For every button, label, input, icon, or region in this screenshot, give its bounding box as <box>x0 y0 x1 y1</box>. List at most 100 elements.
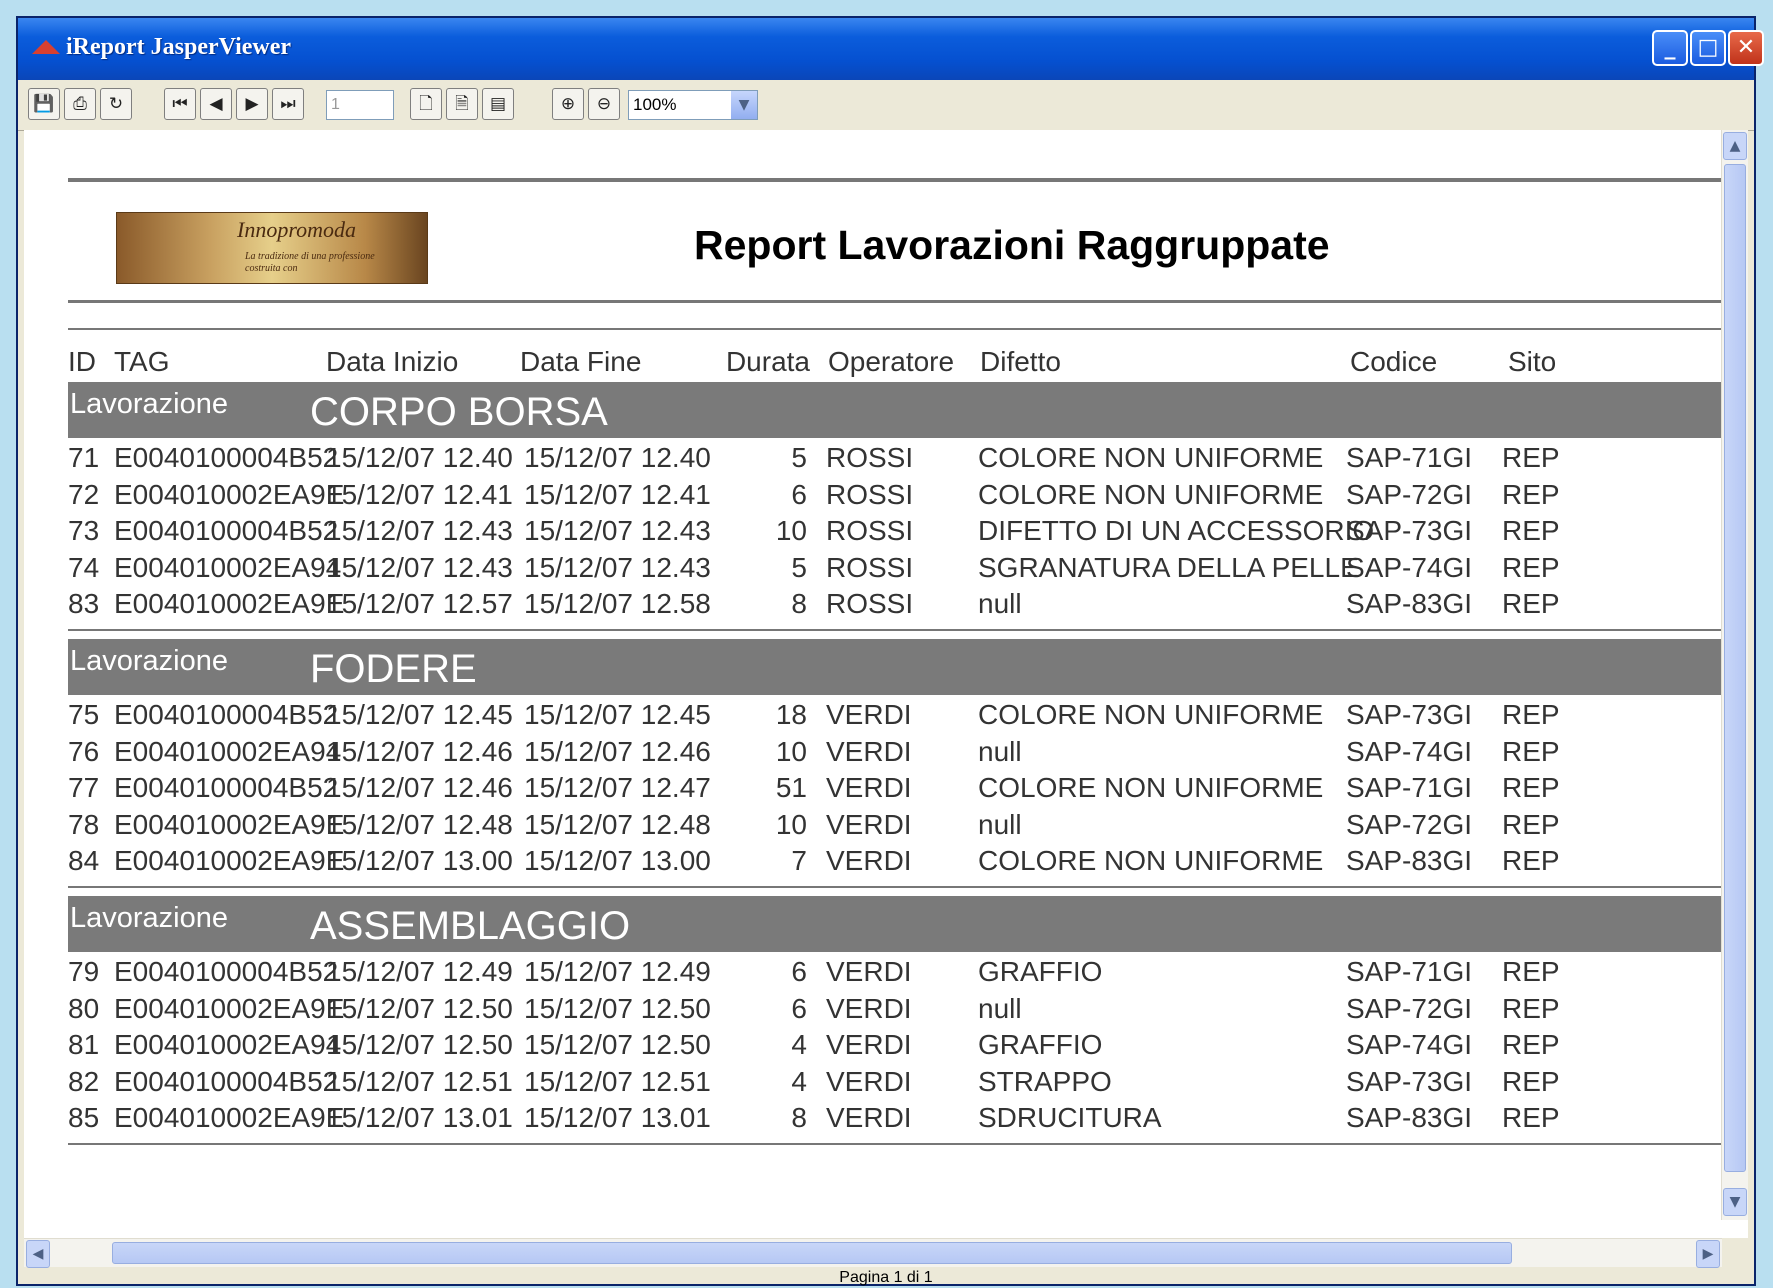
cell-fine: 15/12/07 12.45 <box>524 699 711 730</box>
cell-operatore: ROSSI <box>826 551 914 583</box>
cell-fine: 15/12/07 12.43 <box>524 551 711 583</box>
cell-id: 79 <box>68 956 100 987</box>
col-header-id: ID <box>68 346 96 377</box>
cell-id: 75 <box>68 699 100 730</box>
cell-operatore: VERDI <box>826 992 912 1024</box>
cell-difetto: STRAPPO <box>978 1065 1112 1097</box>
cell-inizio: 15/12/07 12.50 <box>326 1029 513 1061</box>
cell-id: 72 <box>68 478 100 510</box>
fit-page-icon[interactable]: 🗎 <box>446 88 478 120</box>
maximize-button[interactable]: □ <box>1690 30 1726 66</box>
group-label: Lavorazione <box>70 645 228 677</box>
top-rule <box>68 178 1742 182</box>
cell-sito: REP <box>1502 956 1560 987</box>
cell-difetto: SGRANATURA DELLA PELLE <box>978 551 1359 583</box>
cell-inizio: 15/12/07 12.43 <box>326 515 513 547</box>
cell-codice: SAP-72GI <box>1346 992 1473 1024</box>
cell-difetto: COLORE NON UNIFORME <box>978 845 1324 877</box>
vertical-scrollbar[interactable]: ▲ ▼ <box>1721 130 1748 1220</box>
scroll-right-icon[interactable]: ▶ <box>1696 1240 1720 1268</box>
cell-codice: SAP-71GI <box>1346 956 1473 987</box>
cell-fine: 15/12/07 12.43 <box>524 515 711 547</box>
cell-codice: SAP-74GI <box>1346 551 1473 583</box>
cell-id: 77 <box>68 772 100 804</box>
cell-sito: REP <box>1502 1065 1560 1097</box>
cell-sito: REP <box>1502 1029 1560 1061</box>
group-label: Lavorazione <box>70 902 228 934</box>
cell-inizio: 15/12/07 12.51 <box>326 1065 513 1097</box>
cell-sito: REP <box>1502 478 1560 510</box>
cell-codice: SAP-74GI <box>1346 735 1473 767</box>
cell-inizio: 15/12/07 12.50 <box>326 992 513 1024</box>
last-page-icon[interactable]: ⏭ <box>272 88 304 120</box>
col-header-sito: Sito <box>1508 346 1557 377</box>
chevron-down-icon[interactable]: ▼ <box>731 91 757 119</box>
cell-tag: E004010002EA9E <box>114 478 345 510</box>
print-icon[interactable]: ⎙ <box>64 88 96 120</box>
cell-inizio: 15/12/07 12.49 <box>326 956 513 987</box>
cell-difetto: COLORE NON UNIFORME <box>978 478 1324 510</box>
cell-sito: REP <box>1502 551 1560 583</box>
actual-size-icon[interactable]: 🗋 <box>410 88 442 120</box>
report-viewport[interactable]: Innopromoda La tradizione di una profess… <box>24 130 1748 1238</box>
save-icon[interactable]: 💾 <box>28 88 60 120</box>
cell-fine: 15/12/07 12.58 <box>524 588 711 620</box>
cell-durata: 18 <box>775 699 807 730</box>
cell-difetto: null <box>978 992 1022 1024</box>
cell-codice: SAP-74GI <box>1346 1029 1473 1061</box>
cell-operatore: VERDI <box>826 772 912 804</box>
vertical-scroll-thumb[interactable] <box>1724 164 1746 1172</box>
company-logo: Innopromoda La tradizione di una profess… <box>116 212 428 284</box>
first-page-icon[interactable]: ⏮ <box>164 88 196 120</box>
cell-durata: 4 <box>791 1029 807 1061</box>
cell-inizio: 15/12/07 13.01 <box>326 1102 513 1134</box>
page-number-input[interactable]: 1 <box>326 90 394 120</box>
horizontal-scrollbar[interactable]: ◀ ▶ <box>24 1238 1722 1268</box>
cell-durata: 4 <box>791 1065 807 1097</box>
jasper-viewer-window: iReport JasperViewer _ □ ✕ 💾 ⎙ ↻ ⏮ ◀ ▶ ⏭… <box>16 16 1764 1286</box>
cell-difetto: null <box>978 808 1022 840</box>
cell-inizio: 15/12/07 12.45 <box>326 699 513 730</box>
cell-tag: E004010002EA9E <box>114 808 345 840</box>
cell-durata: 8 <box>791 588 807 620</box>
group-label: Lavorazione <box>70 388 228 420</box>
cell-fine: 15/12/07 12.41 <box>524 478 711 510</box>
cell-inizio: 15/12/07 12.41 <box>326 478 513 510</box>
group-name: ASSEMBLAGGIO <box>310 904 631 948</box>
group-name: FODERE <box>310 647 477 691</box>
scroll-left-icon[interactable]: ◀ <box>26 1240 50 1268</box>
cell-difetto: DIFETTO DI UN ACCESSORIO <box>978 515 1375 547</box>
title-bar[interactable]: iReport JasperViewer _ □ ✕ <box>18 18 1764 80</box>
group-header: Lavorazione CORPO BORSA <box>68 382 1742 438</box>
cell-sito: REP <box>1502 515 1560 547</box>
cell-tag: E004010002EA94 <box>114 735 342 767</box>
scroll-down-icon[interactable]: ▼ <box>1723 1188 1747 1216</box>
minimize-button[interactable]: _ <box>1652 30 1688 66</box>
fit-width-icon[interactable]: ▤ <box>482 88 514 120</box>
cell-inizio: 15/12/07 12.46 <box>326 772 513 804</box>
zoom-out-icon[interactable]: ⊖ <box>588 88 620 120</box>
previous-page-icon[interactable]: ◀ <box>200 88 232 120</box>
cell-fine: 15/12/07 12.50 <box>524 1029 711 1061</box>
cell-codice: SAP-83GI <box>1346 845 1473 877</box>
cell-inizio: 15/12/07 12.43 <box>326 551 513 583</box>
close-button[interactable]: ✕ <box>1728 30 1764 66</box>
reload-icon[interactable]: ↻ <box>100 88 132 120</box>
cell-difetto: COLORE NON UNIFORME <box>978 699 1324 730</box>
group-footer-rule <box>68 886 1742 888</box>
zoom-in-icon[interactable]: ⊕ <box>552 88 584 120</box>
cell-codice: SAP-83GI <box>1346 1102 1473 1134</box>
col-header-data-inizio: Data Inizio <box>326 346 459 377</box>
col-header-difetto: Difetto <box>980 346 1061 377</box>
cell-durata: 51 <box>775 772 807 804</box>
cell-sito: REP <box>1502 442 1560 473</box>
scroll-up-icon[interactable]: ▲ <box>1723 132 1747 160</box>
cell-inizio: 15/12/07 12.46 <box>326 735 513 767</box>
zoom-select[interactable]: 100% ▼ <box>628 90 758 120</box>
cell-id: 78 <box>68 808 100 840</box>
cell-codice: SAP-72GI <box>1346 808 1473 840</box>
zoom-value: 100% <box>633 95 677 114</box>
horizontal-scroll-thumb[interactable] <box>112 1242 1512 1264</box>
next-page-icon[interactable]: ▶ <box>236 88 268 120</box>
window-title: iReport JasperViewer <box>66 34 292 60</box>
